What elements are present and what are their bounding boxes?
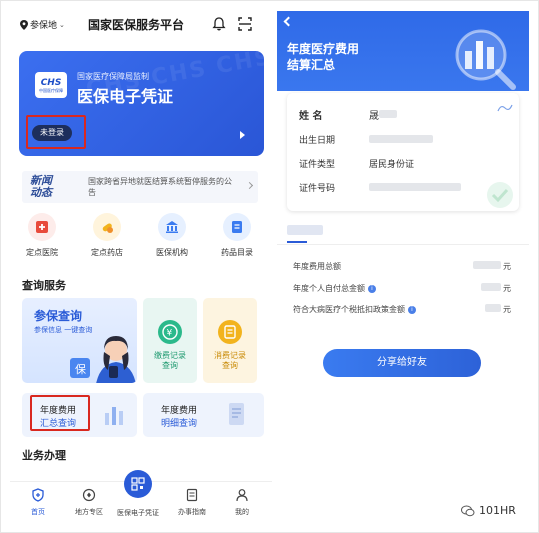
document-icon bbox=[229, 403, 244, 425]
annual-detail-card[interactable]: 年度费用 明细查询 bbox=[143, 393, 264, 437]
receipt-icon bbox=[218, 320, 242, 344]
business-section-title: 业务办理 bbox=[22, 449, 66, 462]
screenshot-frame: 参保地 ⌄ 国家医保服务平台 CHS CHS CHS CHS 中国医疗保障 国家… bbox=[0, 0, 539, 533]
watermark-check-icon bbox=[487, 182, 513, 208]
tab-guide[interactable]: 办事指南 bbox=[166, 488, 218, 517]
insured-query-title: 参保查询 bbox=[34, 309, 83, 323]
chart-magnifier-illustration-icon bbox=[455, 29, 516, 90]
app-title: 国家医保服务平台 bbox=[88, 18, 185, 32]
right-screen: 年度医疗费用 结算汇总 姓 名 晟 出生日期 证件类型 居民身份证 证件号码 年… bbox=[277, 11, 529, 523]
tab-e-voucher[interactable]: 医保电子凭证 bbox=[112, 508, 164, 518]
wechat-brand-watermark: 101HR bbox=[461, 504, 516, 517]
insured-query-card[interactable]: 参保查询 参保信息 一键查询 保 bbox=[22, 298, 137, 383]
chs-logo: CHS 中国医疗保障 bbox=[35, 72, 67, 98]
payment-record-card[interactable]: ¥ 缴费记录 查询 bbox=[143, 298, 197, 383]
tab-region[interactable]: 地方专区 bbox=[63, 488, 115, 517]
quick-pharmacy[interactable]: 定点药店 bbox=[77, 213, 137, 258]
bottom-tab-bar: 首页 地方专区 医保电子凭证 办事指南 我的 bbox=[10, 470, 272, 523]
home-shield-icon bbox=[32, 488, 44, 502]
left-screen: 参保地 ⌄ 国家医保服务平台 CHS CHS CHS CHS 中国医疗保障 国家… bbox=[10, 5, 272, 523]
qr-code-icon[interactable] bbox=[124, 470, 152, 498]
masked-total-cost bbox=[473, 261, 501, 269]
annual-summary-highlight-box bbox=[30, 395, 90, 431]
news-tag: 新闻 动态 bbox=[30, 174, 52, 199]
id-number-label: 证件号码 bbox=[299, 184, 336, 194]
masked-birthdate bbox=[369, 135, 433, 143]
masked-self-pay bbox=[481, 283, 501, 291]
query-section-title: 查询服务 bbox=[22, 279, 66, 292]
quick-hospital[interactable]: 定点医院 bbox=[12, 213, 72, 258]
tab-divider bbox=[277, 244, 529, 245]
self-pay-unit: 元 bbox=[503, 284, 511, 293]
supervised-label: 国家医疗保障局监制 bbox=[77, 72, 149, 81]
bar-chart-icon bbox=[105, 407, 123, 425]
annual-detail-line1: 年度费用 bbox=[161, 406, 198, 416]
summary-header: 年度医疗费用 结算汇总 bbox=[277, 11, 529, 91]
name-label: 姓 名 bbox=[299, 111, 323, 122]
chevron-right-icon bbox=[245, 181, 254, 190]
e-voucher-title: 医保电子凭证 bbox=[77, 87, 174, 106]
self-pay-label: 年度个人自付总金额 i bbox=[293, 283, 376, 294]
institution-icon bbox=[158, 213, 186, 241]
id-type-label: 证件类型 bbox=[299, 160, 336, 170]
news-text: 国家跨省异地就医结算系统暂停服务的公告 bbox=[88, 177, 232, 197]
catalog-icon bbox=[223, 213, 251, 241]
chevron-right-icon[interactable] bbox=[240, 131, 245, 139]
guide-icon bbox=[186, 488, 198, 502]
birthdate-label: 出生日期 bbox=[299, 136, 336, 146]
info-icon[interactable]: i bbox=[368, 284, 376, 293]
quick-catalog[interactable]: 药品目录 bbox=[207, 213, 267, 258]
payment-icon: ¥ bbox=[158, 320, 182, 344]
tax-deduction-label: 符合大病医疗个税抵扣政策金额 i bbox=[293, 304, 416, 315]
personal-info-card: 姓 名 晟 出生日期 证件类型 居民身份证 证件号码 bbox=[287, 93, 519, 211]
info-icon[interactable]: i bbox=[408, 305, 416, 314]
tab-home[interactable]: 首页 bbox=[12, 488, 64, 517]
corner-logo-icon bbox=[497, 104, 513, 112]
annual-detail-line2: 明细查询 bbox=[161, 419, 198, 429]
region-icon bbox=[82, 488, 96, 502]
masked-tax-deduction bbox=[485, 304, 501, 312]
scan-icon[interactable] bbox=[237, 16, 253, 32]
tab-profile[interactable]: 我的 bbox=[216, 488, 268, 517]
consume-record-card[interactable]: 消费记录 查询 bbox=[203, 298, 257, 383]
location-label: 参保地 bbox=[30, 21, 58, 31]
support-agent-illustration-icon: 保 bbox=[70, 336, 136, 383]
quick-institution[interactable]: 医保机构 bbox=[142, 213, 202, 258]
login-highlight-box bbox=[26, 115, 86, 149]
news-banner[interactable]: 新闻 动态 国家跨省异地就医结算系统暂停服务的公告 bbox=[22, 171, 258, 203]
chevron-down-icon: ⌄ bbox=[59, 20, 65, 29]
name-value: 晟 bbox=[369, 111, 379, 122]
tax-deduction-unit: 元 bbox=[503, 305, 511, 314]
pharmacy-icon bbox=[93, 213, 121, 241]
masked-name bbox=[379, 110, 397, 118]
bell-icon[interactable] bbox=[211, 16, 227, 32]
location-pin-icon bbox=[20, 19, 28, 30]
location-selector[interactable]: 参保地 ⌄ bbox=[20, 18, 65, 31]
wechat-icon bbox=[461, 505, 475, 516]
profile-icon bbox=[236, 489, 248, 502]
year-tab-indicator bbox=[287, 241, 307, 243]
svg-text:¥: ¥ bbox=[167, 329, 173, 339]
summary-page-title: 年度医疗费用 结算汇总 bbox=[287, 42, 360, 72]
back-arrow-icon[interactable] bbox=[283, 16, 294, 27]
quick-access-grid: 定点医院 定点药店 医保机构 药品目录 bbox=[10, 213, 272, 265]
share-to-friend-button[interactable]: 分享给好友 bbox=[323, 349, 481, 377]
svg-text:保: 保 bbox=[75, 362, 86, 376]
id-type-value: 居民身份证 bbox=[369, 160, 415, 170]
masked-year-tab[interactable] bbox=[287, 225, 323, 235]
brand-text: 101HR bbox=[479, 504, 516, 517]
total-cost-label: 年度费用总额 bbox=[293, 262, 341, 271]
masked-id-number bbox=[369, 183, 461, 191]
total-cost-unit: 元 bbox=[503, 262, 511, 271]
hospital-icon bbox=[28, 213, 56, 241]
